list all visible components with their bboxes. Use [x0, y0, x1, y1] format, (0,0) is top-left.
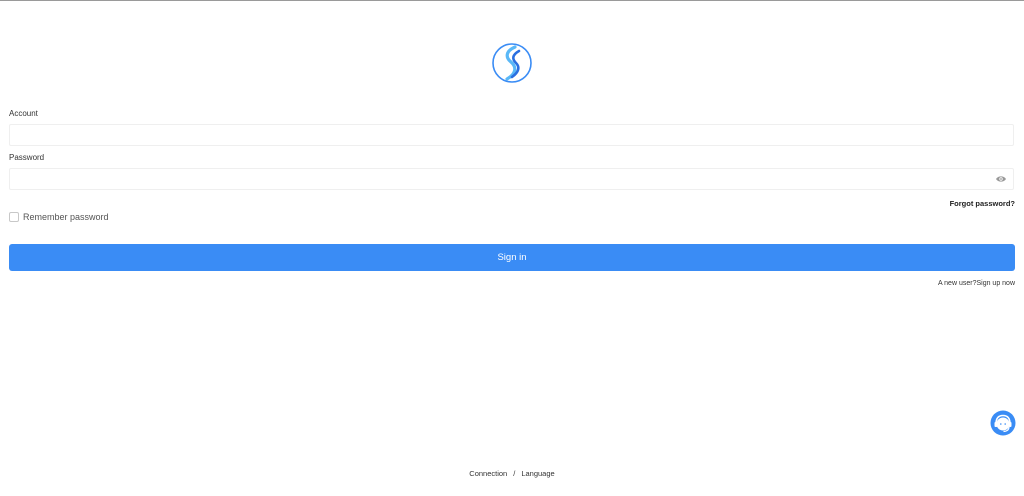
footer-separator: /	[513, 469, 516, 478]
account-label: Account	[9, 109, 38, 118]
window-top-border	[0, 0, 1024, 1]
remember-checkbox[interactable]	[9, 212, 19, 222]
signup-prompt: A new user?	[937, 280, 977, 287]
remember-password[interactable]: Remember password	[9, 212, 109, 222]
forgot-password-link[interactable]: Forgot password?	[950, 199, 1015, 208]
remember-label: Remember password	[23, 212, 109, 222]
headset-icon[interactable]	[990, 410, 1016, 436]
connection-link[interactable]: Connection	[469, 469, 507, 478]
logo-icon	[492, 43, 532, 83]
language-link[interactable]: Language	[521, 469, 554, 478]
password-input[interactable]	[9, 168, 1014, 190]
sign-in-button[interactable]: Sign in	[9, 244, 1015, 271]
password-label: Password	[9, 153, 45, 162]
account-input[interactable]	[9, 124, 1014, 146]
eye-icon[interactable]	[995, 173, 1007, 185]
signup-row: A new user?Sign up now	[938, 280, 1015, 287]
sign-up-link[interactable]: Sign up now	[976, 280, 1015, 287]
footer: Connection / Language	[0, 469, 1024, 478]
